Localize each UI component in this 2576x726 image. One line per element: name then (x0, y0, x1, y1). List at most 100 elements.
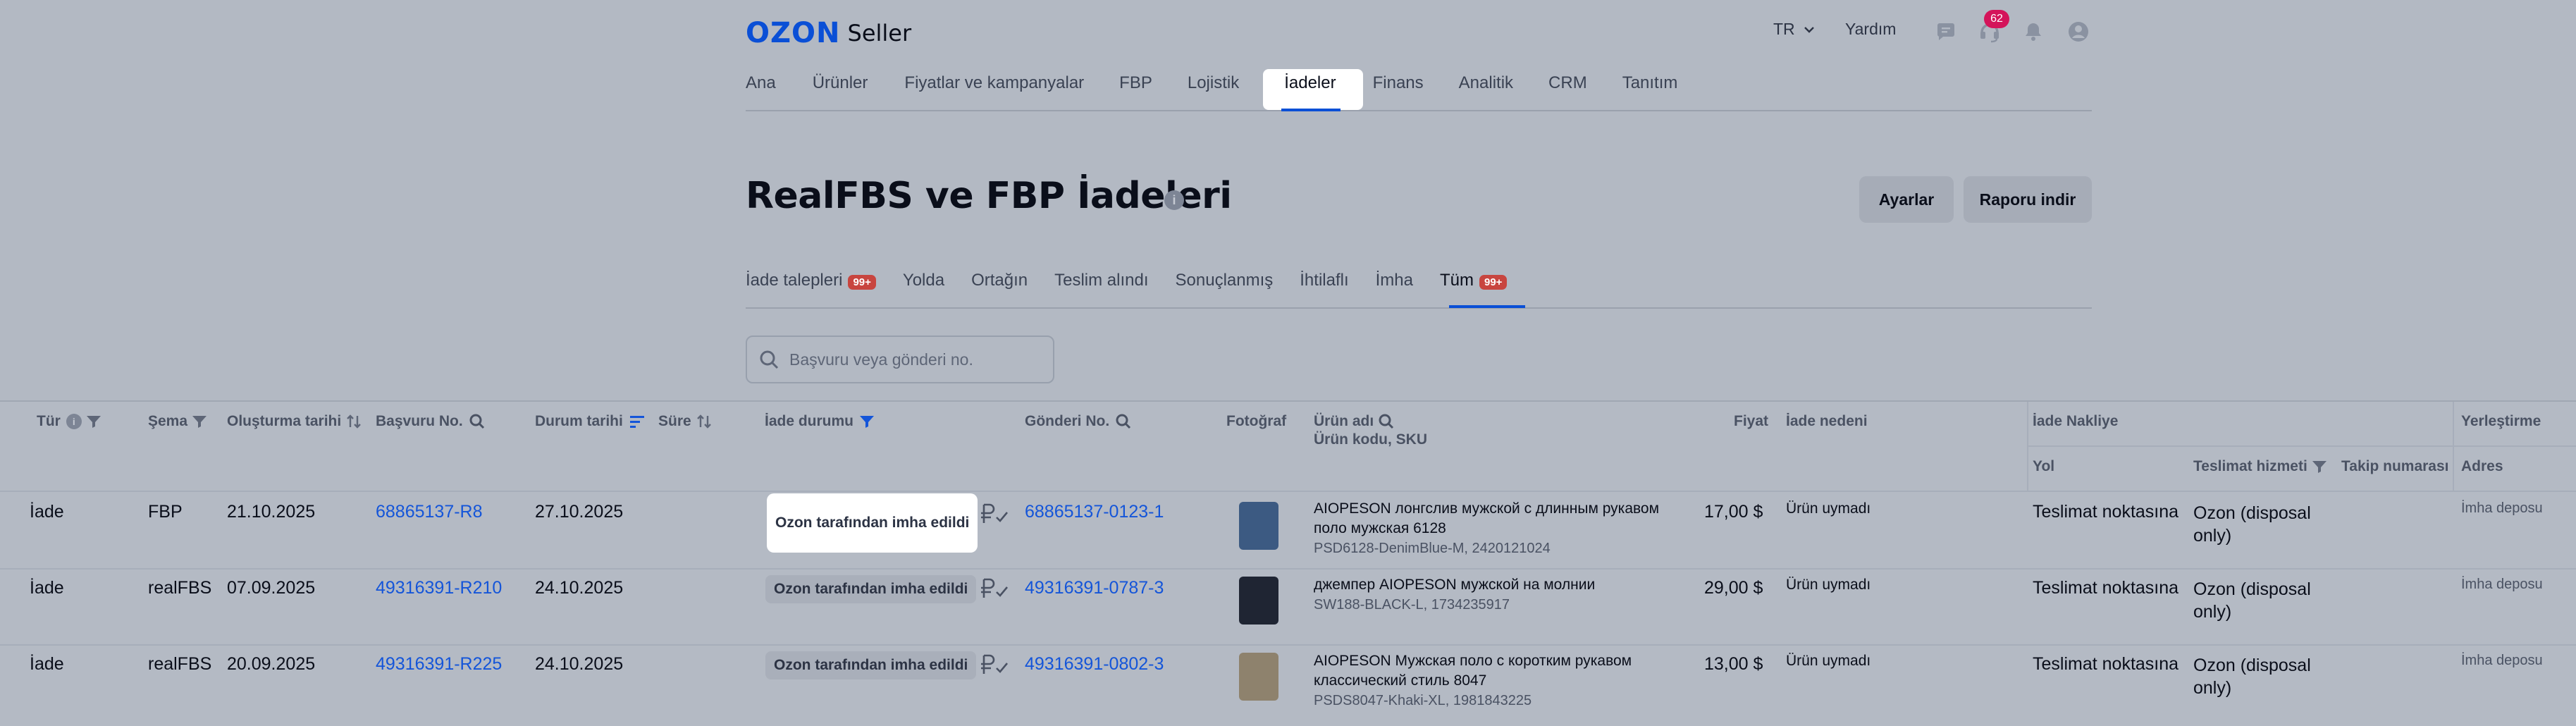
product-photo[interactable] (1239, 502, 1278, 550)
profile-icon[interactable] (2066, 20, 2090, 44)
status-badge: Ozon tarafından imha edildi (765, 575, 977, 603)
type-cell: İade (30, 578, 64, 598)
price-cell: 17,00 $ (1704, 502, 1763, 522)
settings-button[interactable]: Ayarlar (1859, 176, 1954, 223)
header-label: Başvuru No. (376, 413, 463, 429)
nav-divider (746, 110, 2092, 111)
col-reason-header: İade nedeni (1786, 413, 1868, 429)
info-icon[interactable]: i (66, 414, 82, 429)
chat-icon[interactable] (1934, 20, 1958, 44)
product-info: AIOPESON лонгслив мужской с длинным рука… (1314, 499, 1680, 558)
download-report-button[interactable]: Raporu indir (1964, 176, 2092, 223)
col-product-header[interactable]: Ürün adı Ürün kodu, SKU (1314, 413, 1427, 448)
header-label: Durum tarihi (535, 413, 623, 429)
product-title[interactable]: джемпер AIOPESON мужской на молнии (1314, 575, 1680, 595)
filter-icon[interactable] (192, 414, 207, 429)
product-title[interactable]: AIOPESON лонгслив мужской с длинным рука… (1314, 499, 1680, 539)
nav-active-indicator (1281, 109, 1341, 111)
scheme-cell: realFBS (148, 578, 212, 598)
product-sku: SW188-BLACK-L, 1734235917 (1314, 597, 1510, 613)
scheme-cell: FBP (148, 502, 183, 522)
ruble-check-icon (980, 502, 1011, 531)
application-link[interactable]: 68865137-R8 (376, 502, 483, 522)
col-shipment-header[interactable]: Gönderi No. (1025, 413, 1132, 430)
col-status-date-header[interactable]: Durum tarihi (535, 413, 646, 430)
tab-disposal[interactable]: İmha (1376, 271, 1413, 290)
status-date-cell: 27.10.2025 (535, 502, 624, 522)
search-box (746, 336, 1054, 383)
nav-item-logistics[interactable]: Lojistik (1188, 73, 1239, 93)
search-icon[interactable] (1115, 413, 1132, 430)
header-label: Teslimat hizmeti (2193, 458, 2307, 474)
status-date-cell: 24.10.2025 (535, 578, 624, 598)
product-title[interactable]: AIOPESON Мужская поло с коротким рукавом… (1314, 651, 1680, 691)
tab-disputed[interactable]: İhtilaflı (1300, 271, 1348, 290)
nav-item-returns[interactable]: İadeler (1284, 73, 1336, 93)
header-label: Süre (658, 413, 691, 429)
tab-all[interactable]: Tüm 99+ (1440, 271, 1508, 290)
product-info: джемпер AIOPESON мужской на молнии SW188… (1314, 575, 1680, 615)
tab-received[interactable]: Teslim alındı (1054, 271, 1148, 290)
search-input[interactable] (788, 349, 1044, 370)
nav-item-products[interactable]: Ürünler (813, 73, 868, 93)
search-icon[interactable] (1378, 413, 1395, 430)
nav-item-finance[interactable]: Finans (1373, 73, 1424, 93)
nav-item-home[interactable]: Ana (746, 73, 776, 93)
sort-icon[interactable] (345, 413, 362, 430)
nav-item-analytics[interactable]: Analitik (1459, 73, 1513, 93)
divider (0, 644, 2576, 646)
header-label: Oluşturma tarihi (227, 413, 342, 429)
tab-return-requests[interactable]: İade talepleri 99+ (746, 271, 876, 290)
filter-active-icon[interactable] (859, 414, 875, 429)
shipment-link[interactable]: 49316391-0787-3 (1025, 578, 1164, 598)
search-icon (760, 350, 779, 369)
tab-partner[interactable]: Ortağın (971, 271, 1028, 290)
col-return-status-header[interactable]: İade durumu (765, 413, 875, 430)
help-link[interactable]: Yardım (1845, 20, 1896, 39)
col-price-header: Fiyat (1734, 413, 1769, 429)
col-duration-header[interactable]: Süre (658, 413, 713, 430)
tab-in-transit[interactable]: Yolda (903, 271, 944, 290)
nav-item-crm[interactable]: CRM (1548, 73, 1587, 93)
nav-item-promotion[interactable]: Tanıtım (1622, 73, 1678, 93)
col-application-header[interactable]: Başvuru No. (376, 413, 486, 430)
chevron-down-icon (1804, 26, 1814, 33)
bell-icon[interactable] (2021, 20, 2045, 44)
count-badge: 99+ (1479, 275, 1508, 290)
col-type-header[interactable]: Tür i (37, 413, 101, 430)
col-created-header[interactable]: Oluşturma tarihi (227, 413, 362, 430)
tab-completed[interactable]: Sonuçlanmış (1176, 271, 1274, 290)
header-label: Ürün adı (1314, 413, 1374, 429)
main-nav: Ana Ürünler Fiyatlar ve kampanyalar FBP … (746, 73, 1677, 93)
sort-desc-icon[interactable] (629, 414, 646, 429)
sort-icon[interactable] (696, 413, 713, 430)
product-photo[interactable] (1239, 653, 1278, 701)
route-cell: Teslimat noktasına (2033, 502, 2179, 522)
page-title: RealFBS ve FBP İadeleri (746, 175, 1232, 217)
language-selector[interactable]: TR (1773, 20, 1816, 39)
logo-product: Seller (847, 20, 912, 47)
ozon-seller-logo[interactable]: OZON Seller (746, 17, 911, 49)
shipment-link[interactable]: 49316391-0802-3 (1025, 654, 1164, 675)
product-info: AIOPESON Мужская поло с коротким рукавом… (1314, 651, 1680, 710)
col-scheme-header[interactable]: Şema (148, 413, 207, 430)
application-link[interactable]: 49316391-R210 (376, 578, 502, 598)
search-icon[interactable] (469, 413, 486, 430)
price-cell: 29,00 $ (1704, 578, 1763, 598)
tab-label: İade talepleri (746, 271, 843, 290)
product-photo[interactable] (1239, 577, 1278, 625)
filter-icon[interactable] (2312, 460, 2327, 474)
filter-icon[interactable] (86, 414, 101, 429)
nav-item-prices[interactable]: Fiyatlar ve kampanyalar (904, 73, 1084, 93)
tabs-divider (746, 307, 2092, 309)
nav-item-fbp[interactable]: FBP (1119, 73, 1152, 93)
logo-brand: OZON (746, 17, 841, 49)
application-link[interactable]: 49316391-R225 (376, 654, 502, 675)
shipment-link[interactable]: 68865137-0123-1 (1025, 502, 1164, 522)
language-label: TR (1773, 20, 1795, 38)
header-label: Şema (148, 413, 188, 429)
col-delivery-service-header[interactable]: Teslimat hizmeti (2193, 458, 2327, 475)
reason-cell: Ürün uymadı (1786, 653, 1871, 669)
info-icon[interactable]: i (1164, 190, 1184, 210)
status-date-cell: 24.10.2025 (535, 654, 624, 674)
